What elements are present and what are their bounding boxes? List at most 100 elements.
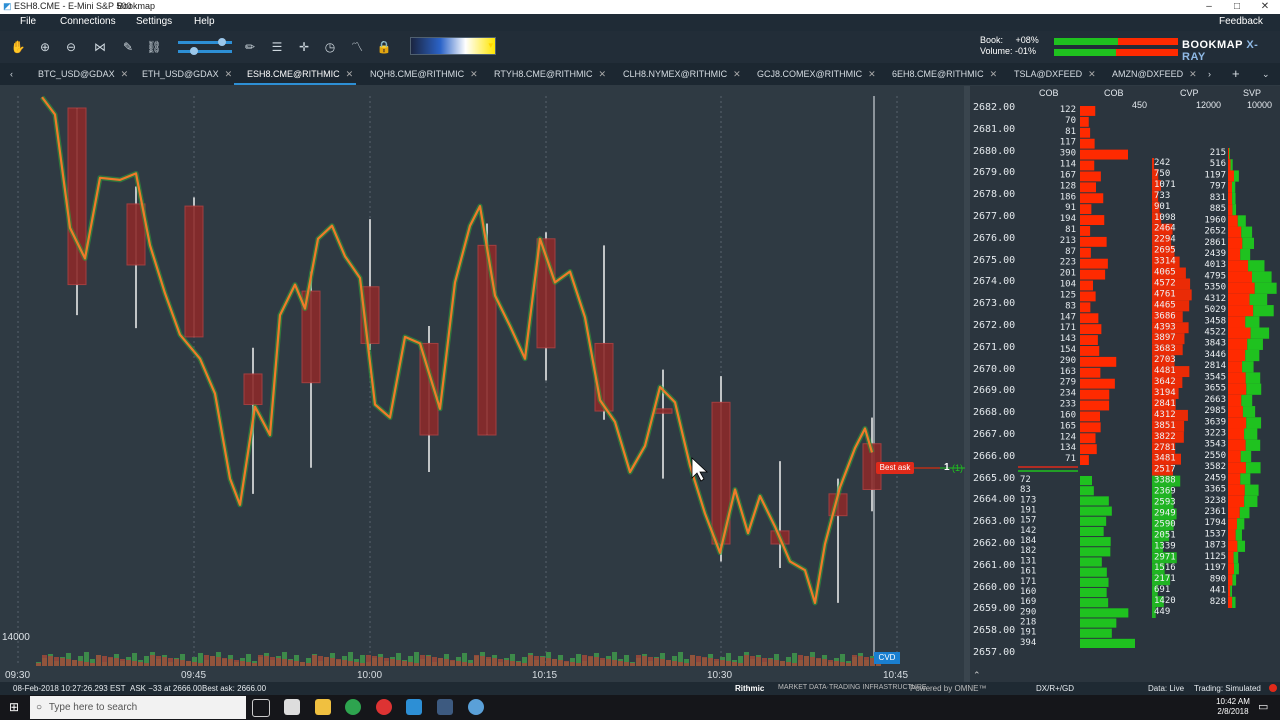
menu-settings[interactable]: Settings — [136, 16, 172, 27]
price-label: 2663.00 — [973, 516, 1016, 528]
svp-header: SVP — [1243, 88, 1262, 98]
close-icon[interactable]: ✕ — [346, 69, 354, 79]
instrument-tabs: ‹ BTC_USD@GDAX ✕ ETH_USD@GDAX ✕ ESH8.CME@R… — [0, 63, 1280, 85]
svp-buy-bar — [1246, 417, 1262, 429]
svp-sell-bar — [1228, 305, 1254, 317]
timer-icon[interactable]: ◷ — [322, 39, 338, 55]
tab-gcj8[interactable]: GCJ8.COMEX@RITHMIC ✕ — [757, 63, 876, 85]
close-icon[interactable]: ✕ — [598, 69, 606, 79]
cob-ask-bar — [1080, 116, 1089, 127]
menu-file[interactable]: File — [20, 16, 36, 27]
cvd-badge[interactable]: CVD — [874, 652, 900, 664]
close-icon[interactable]: ✕ — [868, 69, 876, 79]
cvp-header: CVP — [1180, 88, 1199, 98]
minimize-button[interactable]: – — [1195, 0, 1223, 14]
close-icon[interactable]: ✕ — [733, 69, 741, 79]
zoom-in-icon[interactable]: ⊕ — [37, 39, 53, 55]
tab-menu-button[interactable]: ⌄ — [1262, 63, 1270, 85]
taskbar-search[interactable]: ○ Type here to search — [30, 696, 246, 719]
close-icon[interactable]: ✕ — [121, 69, 129, 79]
svp-buy-bar — [1233, 563, 1239, 575]
tab-scroll-left[interactable]: ‹ — [10, 63, 13, 85]
volume-bar-sell — [390, 659, 395, 666]
slider-handle-top[interactable] — [218, 38, 226, 46]
chart-canvas[interactable]: 1227081117390114167128186911948121387223… — [0, 86, 1280, 682]
pin-icon[interactable]: ✎ — [120, 39, 136, 55]
svp-value: 1197 — [1204, 170, 1226, 180]
chrome-icon[interactable] — [345, 699, 361, 715]
candle-down — [243, 373, 263, 405]
file-explorer-icon[interactable] — [315, 699, 331, 715]
tab-rtyh8[interactable]: RTYH8.CME@RITHMIC ✕ — [494, 63, 606, 85]
signal-icon[interactable]: 〽 — [349, 39, 365, 55]
volume-sliders[interactable] — [172, 36, 234, 58]
tab-amzn[interactable]: AMZN@DXFEED ✕ — [1112, 63, 1197, 85]
volume-value: -01% — [1015, 46, 1037, 56]
notification-icon[interactable]: ▭ — [1258, 700, 1268, 713]
heatmap-contrast-selector[interactable]: ▾ — [410, 37, 496, 55]
close-icon[interactable]: ✕ — [1189, 69, 1197, 79]
tab-clh8[interactable]: CLH8.NYMEX@RITHMIC ✕ — [623, 63, 741, 85]
record-indicator-icon[interactable] — [1269, 684, 1277, 692]
cob-ask-size: 390 — [1060, 149, 1076, 159]
menu-help[interactable]: Help — [194, 16, 215, 27]
bookmap-taskbar-icon[interactable] — [406, 699, 422, 715]
cob-ask-bar — [1080, 127, 1091, 138]
link-icon[interactable]: ⛓ — [146, 39, 162, 55]
maximize-button[interactable]: □ — [1223, 0, 1251, 14]
volume-bar-sell — [102, 656, 107, 666]
chevron-up-icon[interactable]: ⌃ — [973, 670, 981, 681]
tab-nqh8[interactable]: NQH8.CME@RITHMIC ✕ — [370, 63, 478, 85]
tab-scroll-right[interactable]: › — [1208, 63, 1211, 85]
tab-6eh8[interactable]: 6EH8.CME@RITHMIC ✕ — [892, 63, 997, 85]
close-icon[interactable]: ✕ — [225, 69, 233, 79]
lock-icon[interactable]: 🔒 — [376, 39, 392, 55]
cob-ask-size: 81 — [1065, 127, 1076, 137]
svp-sell-bar — [1228, 462, 1246, 474]
time-label: 10:15 — [532, 670, 558, 681]
close-window-button[interactable]: ✕ — [1251, 0, 1279, 14]
cvp-value: 750 — [1154, 169, 1170, 179]
hand-icon[interactable]: ✋ — [10, 39, 26, 55]
svp-buy-bar — [1230, 159, 1233, 171]
tab-tsla[interactable]: TSLA@DXFEED ✕ — [1014, 63, 1096, 85]
settings-gear-icon[interactable] — [468, 699, 484, 715]
cvp-value: 2841 — [1154, 399, 1176, 409]
share-icon[interactable]: ⋈ — [92, 39, 108, 55]
windows-start-icon[interactable]: ⊞ — [9, 700, 19, 714]
volume-bar-sell — [732, 662, 737, 666]
tab-eth-usd[interactable]: ETH_USD@GDAX ✕ — [142, 63, 232, 85]
cob-ask-bar — [1080, 149, 1128, 160]
calculator-icon[interactable] — [284, 699, 300, 715]
cob-bid-size: 157 — [1020, 516, 1036, 526]
tab-btc-usd[interactable]: BTC_USD@GDAX ✕ — [38, 63, 128, 85]
app-window-icon[interactable] — [437, 699, 453, 715]
cob-ask-size: 91 — [1065, 203, 1076, 213]
status-trading: Trading: Simulated — [1194, 684, 1261, 693]
cob-ask-bar — [1080, 138, 1095, 149]
pencil-icon[interactable]: ✏ — [242, 39, 258, 55]
chat-icon[interactable]: ☰ — [269, 39, 285, 55]
close-icon[interactable]: ✕ — [990, 69, 998, 79]
crosshair-icon[interactable]: ✛ — [296, 39, 312, 55]
svp-value: 890 — [1210, 574, 1226, 584]
bookmap-chart[interactable]: 122 70 81 117 390 114 167 128 186 91 194 81 213 87 223… — [0, 86, 1280, 682]
menu-connections[interactable]: Connections — [60, 16, 116, 27]
tab-esh8[interactable]: ESH8.CME@RITHMIC ✕ — [247, 63, 353, 85]
time-label: 09:45 — [181, 670, 207, 681]
volume-bar-sell — [60, 658, 65, 666]
task-view-icon[interactable] — [252, 699, 270, 717]
cvp-value: 2703 — [1154, 355, 1176, 365]
volume-bar-sell — [666, 660, 671, 666]
feedback-link[interactable]: Feedback — [1219, 16, 1263, 27]
svp-sell-bar — [1228, 293, 1250, 306]
slider-handle-bottom[interactable] — [190, 47, 198, 55]
close-icon[interactable]: ✕ — [1088, 69, 1096, 79]
add-tab-button[interactable]: + — [1232, 63, 1240, 85]
chrome-profile-icon[interactable] — [376, 699, 392, 715]
close-icon[interactable]: ✕ — [470, 69, 478, 79]
search-placeholder: Type here to search — [48, 702, 138, 713]
zoom-out-icon[interactable]: ⊖ — [63, 39, 79, 55]
taskbar-clock[interactable]: 10:42 AM 2/8/2018 — [1212, 697, 1254, 717]
price-label: 2669.00 — [973, 385, 1016, 397]
